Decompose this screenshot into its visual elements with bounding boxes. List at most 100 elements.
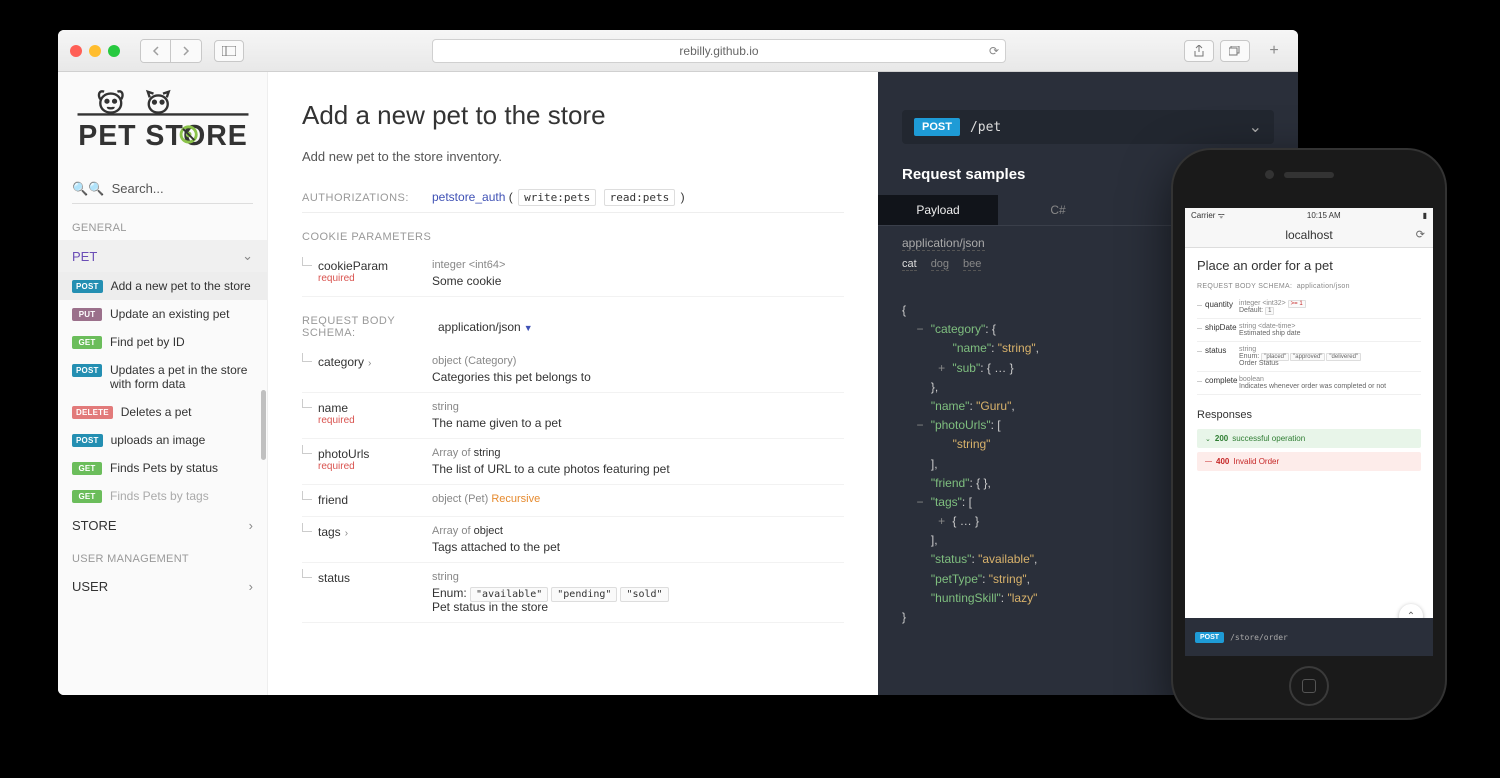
home-button[interactable]	[1289, 666, 1329, 706]
op-find-by-status[interactable]: GETFinds Pets by status	[58, 454, 267, 482]
carrier-label: Carrier ᯤ	[1191, 210, 1225, 221]
param-tags[interactable]: tags› Array of objectTags attached to th…	[302, 517, 844, 563]
param-desc: Categories this pet belongs to	[432, 370, 844, 384]
sidebar-toggle-button[interactable]	[214, 40, 244, 62]
phone-page-title: Place an order for a pet	[1197, 258, 1421, 273]
tab-csharp[interactable]: C#	[998, 195, 1118, 225]
phone-host: localhost	[1285, 228, 1332, 242]
disc-dog[interactable]: dog	[931, 258, 949, 271]
param-category[interactable]: category› object (Category)Categories th…	[302, 347, 844, 393]
param-name: cookieParam	[318, 259, 388, 273]
param-name: name	[318, 401, 348, 415]
param-photourls: photoUrlsrequired Array of stringThe lis…	[302, 439, 844, 485]
battery-icon: ▮	[1423, 211, 1427, 220]
tabs-button[interactable]	[1220, 40, 1250, 62]
scopes-paren: ( write:pets read:pets )	[509, 190, 685, 204]
param-desc: Some cookie	[432, 274, 844, 288]
enum-row: Enum: "available""pending""sold"	[432, 586, 844, 600]
nav-user[interactable]: USER ›	[58, 571, 267, 602]
op-label: Finds Pets by status	[110, 461, 218, 475]
op-label: Find pet by ID	[110, 335, 185, 349]
auth-scheme[interactable]: petstore_auth	[432, 190, 505, 204]
required-label: required	[318, 461, 432, 472]
nav-user-label: USER	[72, 579, 108, 594]
search-input[interactable]: 🔍 Search...	[72, 175, 253, 204]
toolbar-right	[1184, 40, 1250, 62]
op-label: Add a new pet to the store	[111, 279, 251, 293]
chevron-right-icon: ›	[249, 518, 253, 533]
browser-toolbar: rebilly.github.io ⟳ +	[58, 30, 1298, 72]
op-add-pet[interactable]: POSTAdd a new pet to the store	[58, 272, 267, 300]
param-type: integer <int64>	[432, 259, 844, 271]
minimize-window-icon[interactable]	[89, 45, 101, 57]
disc-cat[interactable]: cat	[902, 258, 917, 271]
body-label: REQUEST BODY SCHEMA:	[302, 315, 438, 339]
required-label: required	[318, 273, 432, 284]
param-name: complete	[1197, 376, 1239, 390]
cookie-params-header: COOKIE PARAMETERS	[302, 213, 844, 251]
param-name: category	[318, 355, 364, 369]
endpoint-selector[interactable]: POST /pet ⌄	[902, 110, 1274, 144]
param-status: status string Enum: "available""pending"…	[302, 563, 844, 623]
search-wrap: 🔍 Search...	[58, 169, 267, 210]
chevron-right-icon: ›	[345, 528, 348, 539]
param-desc: Tags attached to the pet	[432, 540, 844, 554]
responses-heading: Responses	[1197, 409, 1421, 421]
browser-body: PET STORE 🔍 Search... GENERAL PET ⌄ POST…	[58, 72, 1298, 695]
disc-bee[interactable]: bee	[963, 258, 981, 271]
section-general: GENERAL	[58, 210, 267, 240]
nav-buttons	[140, 39, 202, 63]
reload-icon[interactable]: ⟳	[989, 44, 999, 58]
nav-store[interactable]: STORE ›	[58, 510, 267, 541]
maximize-window-icon[interactable]	[108, 45, 120, 57]
param-cookieparam: cookieParamrequired integer <int64> Some …	[302, 251, 844, 297]
param-desc: The list of URL to a cute photos featuri…	[432, 462, 844, 476]
param-detail: string <date-time>Estimated ship date	[1239, 323, 1421, 337]
phone-address-bar[interactable]: localhost ⟳	[1185, 222, 1433, 248]
back-button[interactable]	[141, 40, 171, 62]
chevron-down-icon: ⌄	[1249, 117, 1262, 137]
close-window-icon[interactable]	[70, 45, 82, 57]
content-type-select[interactable]: application/json▼	[438, 320, 533, 334]
param-type: object (Category)	[432, 355, 844, 367]
phone-endpoint-bar[interactable]: POST /store/order	[1185, 618, 1433, 656]
section-user-mgmt: USER MANAGEMENT	[58, 541, 267, 571]
param-name: quantity	[1197, 300, 1239, 314]
op-delete-pet[interactable]: DELETEDeletes a pet	[58, 398, 267, 426]
traffic-lights	[70, 45, 120, 57]
phone-schema-label: REQUEST BODY SCHEMA: application/json	[1197, 283, 1421, 290]
phone-mockup: Carrier ᯤ 10:15 AM ▮ localhost ⟳ Place a…	[1173, 150, 1445, 718]
nav-pet[interactable]: PET ⌄	[58, 240, 267, 272]
scope-write: write:pets	[518, 189, 596, 206]
forward-button[interactable]	[171, 40, 201, 62]
param-detail: integer <int32> >= 1Default: 1	[1239, 300, 1421, 314]
param-type: string	[432, 401, 844, 413]
svg-text:PET STORE: PET STORE	[78, 120, 247, 152]
logo: PET STORE	[58, 72, 267, 169]
op-upload-image[interactable]: POSTuploads an image	[58, 426, 267, 454]
op-update-form[interactable]: POSTUpdates a pet in the store with form…	[58, 356, 267, 398]
op-find-by-tags[interactable]: GETFinds Pets by tags	[58, 482, 267, 510]
param-name: status	[318, 571, 350, 585]
op-label: uploads an image	[111, 433, 206, 447]
sidebar-scrollbar[interactable]	[261, 390, 266, 460]
op-update-pet[interactable]: PUTUpdate an existing pet	[58, 300, 267, 328]
phone-status-bar: Carrier ᯤ 10:15 AM ▮	[1185, 208, 1433, 222]
new-tab-button[interactable]: +	[1262, 39, 1286, 63]
response-200[interactable]: ⌄200successful operation	[1197, 429, 1421, 448]
enum-value: "pending"	[551, 587, 617, 602]
page-description: Add new pet to the store inventory.	[302, 149, 844, 164]
tab-payload[interactable]: Payload	[878, 195, 998, 225]
endpoint-path: /pet	[970, 120, 1001, 135]
response-400[interactable]: —400Invalid Order	[1197, 452, 1421, 471]
share-button[interactable]	[1184, 40, 1214, 62]
op-label: Update an existing pet	[110, 307, 229, 321]
reload-icon[interactable]: ⟳	[1416, 228, 1425, 241]
op-find-pet[interactable]: GETFind pet by ID	[58, 328, 267, 356]
p-param-complete: complete booleanIndicates whenever order…	[1197, 372, 1421, 395]
param-detail: stringEnum: "placed""approved""delivered…	[1239, 346, 1421, 367]
param-name: friend	[318, 493, 348, 507]
phone-screen: Carrier ᯤ 10:15 AM ▮ localhost ⟳ Place a…	[1185, 208, 1433, 656]
address-bar[interactable]: rebilly.github.io ⟳	[432, 39, 1006, 63]
param-name: shipDate	[1197, 323, 1239, 337]
